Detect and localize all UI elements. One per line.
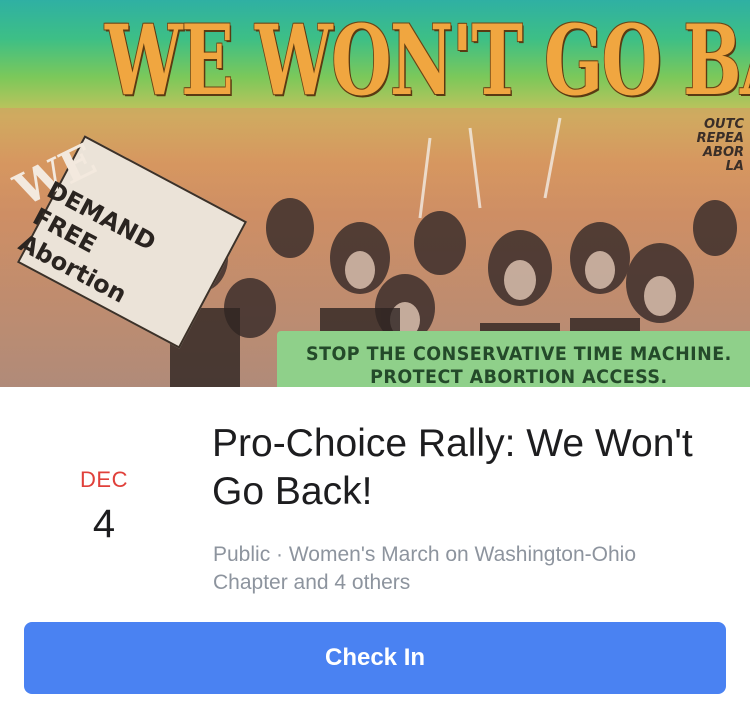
- event-title: Pro-Choice Rally: We Won't Go Back!: [212, 422, 693, 513]
- event-date-day: 4: [92, 502, 116, 546]
- event-date-month: DEC: [80, 467, 128, 492]
- event-screen: WE WON'T GO BACK WE DEMAND FREE Abortion…: [0, 0, 750, 702]
- side-sign-text: OUTC REPEA ABOR LA: [696, 117, 744, 174]
- cover-headline: WE WON'T GO BACK: [105, 4, 750, 117]
- cover-banner-text: STOP THE CONSERVATIVE TIME MACHINE. PROT…: [306, 343, 732, 387]
- cover-banner: STOP THE CONSERVATIVE TIME MACHINE. PROT…: [277, 331, 750, 387]
- check-in-button[interactable]: Check In: [24, 622, 726, 694]
- event-subtitle[interactable]: Public · Women's March on Washington-Ohi…: [213, 541, 713, 597]
- event-cover-image[interactable]: WE WON'T GO BACK WE DEMAND FREE Abortion…: [0, 0, 750, 387]
- banner-line-1: STOP THE CONSERVATIVE TIME MACHINE.: [306, 343, 732, 365]
- banner-line-2: PROTECT ABORTION ACCESS.: [370, 366, 668, 387]
